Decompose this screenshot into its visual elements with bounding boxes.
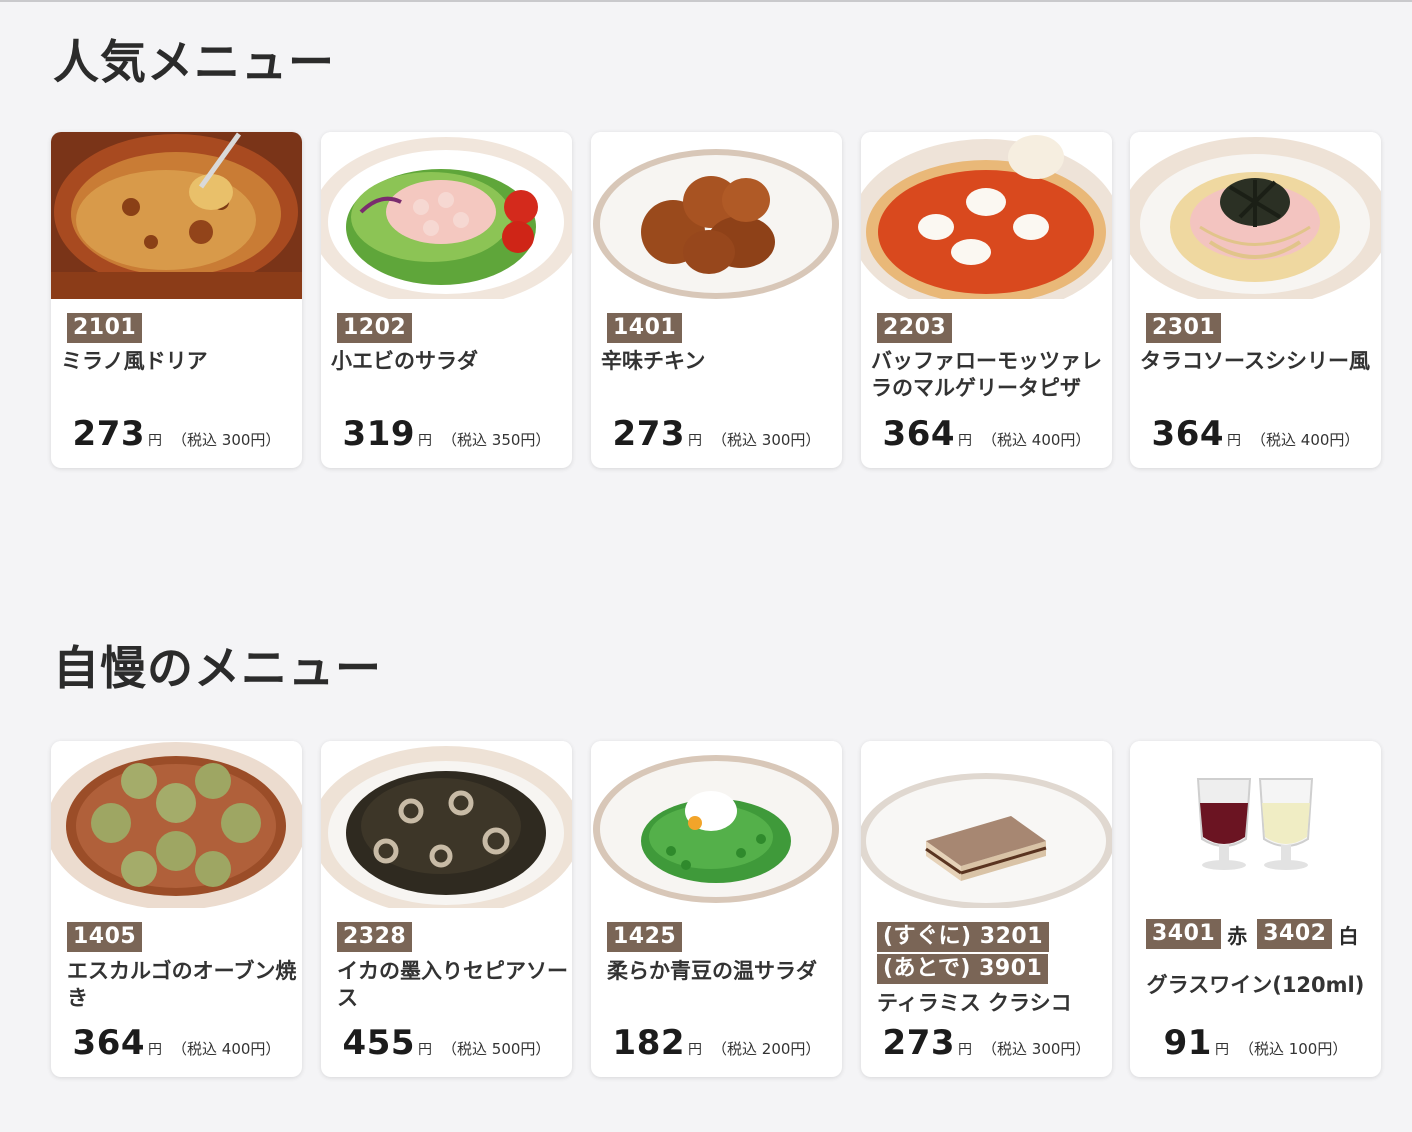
price-row: 364 円 （税込 400円）	[51, 1023, 302, 1063]
menu-code: 1401	[607, 313, 683, 343]
price-row: 455 円 （税込 500円）	[321, 1023, 572, 1063]
menu-card-3201[interactable]: (すぐに) 3201 (あとで) 3901 ティラミス クラシコ 273 円 （…	[861, 741, 1112, 1077]
price-row: 364 円 （税込 400円）	[1130, 414, 1381, 454]
food-photo-tiramisu	[861, 741, 1112, 908]
menu-name: 小エビのサラダ	[331, 349, 478, 373]
price-row: 273 円 （税込 300円）	[51, 414, 302, 454]
food-photo-glass-wine	[1130, 741, 1381, 908]
menu-code-white: 3402	[1257, 919, 1333, 949]
menu-code: 2328	[337, 922, 413, 952]
menu-card-1405[interactable]: 1405 エスカルゴのオーブン焼き 364 円 （税込 400円）	[51, 741, 302, 1077]
menu-card-2301[interactable]: 2301 タラコソースシシリー風 364 円 （税込 400円）	[1130, 132, 1381, 468]
menu-card-1425[interactable]: 1425 柔らか青豆の温サラダ 182 円 （税込 200円）	[591, 741, 842, 1077]
price-row: 364 円 （税込 400円）	[861, 414, 1112, 454]
menu-name: 柔らか青豆の温サラダ	[607, 959, 817, 983]
tax-included-price: （税込 100円）	[1238, 1040, 1348, 1058]
menu-code: 2101	[67, 313, 143, 343]
tax-included-price: （税込 200円）	[712, 1040, 821, 1058]
menu-name: タラコソースシシリー風	[1140, 349, 1370, 373]
menu-name: ティラミス クラシコ	[877, 991, 1072, 1015]
yen-unit: 円	[418, 433, 433, 449]
menu-code: 1425	[607, 922, 683, 952]
price-row: 91 円 （税込 100円）	[1130, 1023, 1381, 1063]
menu-code-red: 3401	[1146, 919, 1222, 949]
price-row: 273 円 （税込 300円）	[861, 1023, 1112, 1063]
menu-code: 2203	[877, 313, 953, 343]
tax-included-price: （税込 350円）	[442, 431, 551, 449]
tax-included-price: （税込 300円）	[982, 1040, 1091, 1058]
price-row: 273 円 （税込 300円）	[591, 414, 842, 454]
menu-card-2101[interactable]: 2101 ミラノ風ドリア 273 円 （税込 300円）	[51, 132, 302, 468]
yen-unit: 円	[418, 1042, 433, 1058]
menu-card-3401[interactable]: 3401 赤 3402 白 グラスワイン(120ml) 91 円 （税込 100…	[1130, 741, 1381, 1077]
section-title-signature: 自慢のメニュー	[53, 641, 382, 695]
menu-card-1202[interactable]: 1202 小エビのサラダ 319 円 （税込 350円）	[321, 132, 572, 468]
menu-code-now: (すぐに) 3201	[877, 922, 1049, 952]
menu-name: イカの墨入りセピアソース	[337, 959, 568, 1010]
food-photo-spicy-chicken	[591, 132, 842, 299]
price: 182	[612, 1023, 686, 1063]
yen-unit: 円	[1214, 1042, 1229, 1058]
price: 455	[342, 1023, 416, 1063]
food-photo-escargot	[51, 741, 302, 908]
top-divider	[0, 0, 1412, 2]
menu-code: 2301	[1146, 313, 1222, 343]
red-label: 赤	[1227, 923, 1248, 948]
price: 273	[612, 414, 686, 454]
price: 364	[72, 1023, 146, 1063]
menu-card-1401[interactable]: 1401 辛味チキン 273 円 （税込 300円）	[591, 132, 842, 468]
price: 319	[342, 414, 416, 454]
menu-name: グラスワイン(120ml)	[1146, 973, 1365, 997]
tax-included-price: （税込 400円）	[172, 1040, 281, 1058]
price-row: 319 円 （税込 350円）	[321, 414, 572, 454]
menu-name: ミラノ風ドリア	[61, 349, 208, 373]
tax-included-price: （税込 400円）	[1251, 431, 1360, 449]
food-photo-squid-ink-pasta	[321, 741, 572, 908]
menu-name: バッファローモッツァレラのマルゲリータピザ	[871, 349, 1102, 400]
yen-unit: 円	[688, 433, 703, 449]
tax-included-price: （税込 500円）	[442, 1040, 551, 1058]
tax-included-price: （税込 300円）	[712, 431, 821, 449]
menu-code: 1405	[67, 922, 143, 952]
tax-included-price: （税込 300円）	[172, 431, 281, 449]
yen-unit: 円	[688, 1042, 703, 1058]
price: 364	[1151, 414, 1225, 454]
food-photo-tarako-pasta	[1130, 132, 1381, 299]
price: 273	[882, 1023, 956, 1063]
food-photo-shrimp-salad	[321, 132, 572, 299]
yen-unit: 円	[958, 433, 973, 449]
price: 364	[882, 414, 956, 454]
menu-card-2328[interactable]: 2328 イカの墨入りセピアソース 455 円 （税込 500円）	[321, 741, 572, 1077]
menu-code: 1202	[337, 313, 413, 343]
section-title-popular: 人気メニュー	[53, 35, 335, 89]
price: 273	[72, 414, 146, 454]
price: 91	[1163, 1023, 1212, 1063]
yen-unit: 円	[1227, 433, 1242, 449]
menu-card-2203[interactable]: 2203 バッファローモッツァレラのマルゲリータピザ 364 円 （税込 400…	[861, 132, 1112, 468]
yen-unit: 円	[148, 1042, 163, 1058]
yen-unit: 円	[958, 1042, 973, 1058]
white-label: 白	[1338, 923, 1359, 948]
menu-name: 辛味チキン	[601, 349, 706, 373]
tax-included-price: （税込 400円）	[982, 431, 1091, 449]
food-photo-margherita-pizza	[861, 132, 1112, 299]
food-photo-green-pea-salad	[591, 741, 842, 908]
menu-code-later: (あとで) 3901	[877, 954, 1049, 984]
price-row: 182 円 （税込 200円）	[591, 1023, 842, 1063]
food-photo-doria	[51, 132, 302, 299]
yen-unit: 円	[148, 433, 163, 449]
menu-name: エスカルゴのオーブン焼き	[67, 959, 297, 1010]
